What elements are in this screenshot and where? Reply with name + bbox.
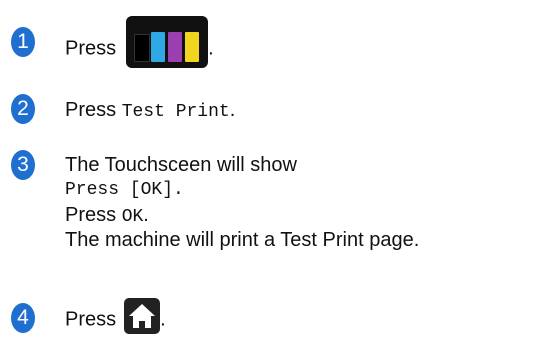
step-2-text: Press <box>65 99 122 121</box>
step-4-suffix: . <box>160 308 166 331</box>
step-3-line-1: The Touchsceen will show <box>65 154 297 176</box>
ink-bar-yellow <box>185 32 200 62</box>
step-1-text: Press <box>65 37 117 60</box>
step-number-badge: 1 <box>11 27 35 57</box>
step-3-line-2: Press [OK]. <box>65 180 184 200</box>
ink-bar-cyan <box>151 32 166 62</box>
step-4-text: Press <box>65 308 117 331</box>
step-1-line: Press . <box>65 16 214 68</box>
step-3-line-4: The machine will print a Test Print page… <box>65 229 420 251</box>
test-print-code: Test Print <box>121 102 230 122</box>
step-2-line: Press Test Print. <box>65 97 235 125</box>
step-3-line-3: Press OK. <box>65 202 149 230</box>
step-2-suffix: . <box>229 99 236 121</box>
ink-cartridge-icon <box>126 16 209 68</box>
step-3-suffix: . <box>143 204 149 226</box>
step-3-press-text: Press <box>65 204 122 226</box>
step-number-badge: 2 <box>11 94 35 124</box>
ink-bar-magenta <box>168 32 183 62</box>
step-number-badge: 4 <box>11 303 35 333</box>
step-4-line: Press . <box>65 298 166 334</box>
ink-bar-black <box>134 34 151 62</box>
ok-code: OK <box>121 207 144 227</box>
step-number-badge: 3 <box>11 150 35 180</box>
home-icon <box>124 298 161 334</box>
step-1-suffix: . <box>208 37 214 60</box>
